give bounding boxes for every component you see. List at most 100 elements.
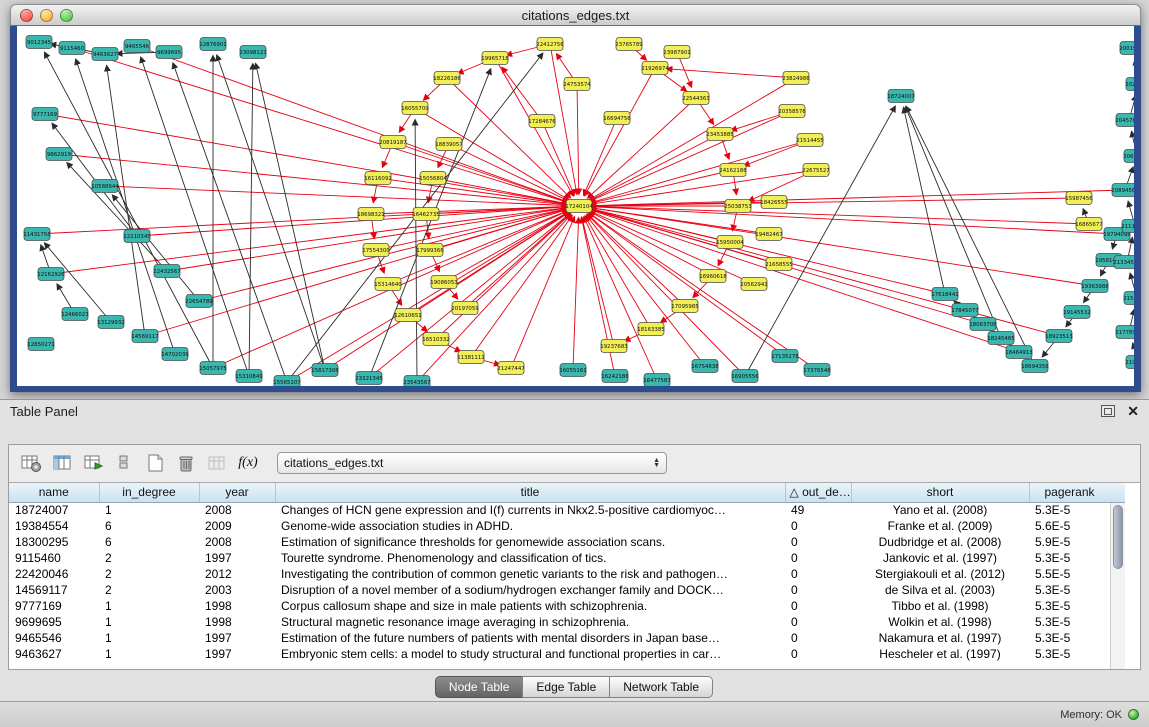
table-row[interactable]: 969969511998Structural magnetic resonanc… <box>9 614 1110 630</box>
table-cell[interactable]: Tibbo et al. (1998) <box>851 598 1029 614</box>
graph-node[interactable]: 9777169 <box>32 108 58 121</box>
table-cell[interactable]: 2008 <box>199 502 275 518</box>
graph-node[interactable]: 20197059 <box>451 302 479 315</box>
column-header-short[interactable]: short <box>851 483 1029 502</box>
table-cell[interactable]: Disruption of a novel member of a sodium… <box>275 582 785 598</box>
graph-node[interactable]: 14702039 <box>161 348 189 361</box>
graph-node[interactable]: 21115678 <box>1121 220 1134 233</box>
graph-node[interactable]: 9115460 <box>59 42 85 55</box>
tab-edge-table[interactable]: Edge Table <box>522 676 610 698</box>
graph-node[interactable]: 20234512 <box>1125 78 1134 91</box>
graph-node[interactable]: 16477583 <box>643 374 670 387</box>
close-panel-icon[interactable]: ✕ <box>1127 404 1139 418</box>
graph-node[interactable]: 20358576 <box>778 105 806 118</box>
table-cell[interactable]: 14569117 <box>9 582 99 598</box>
graph-node[interactable]: 18839057 <box>435 138 462 151</box>
graph-node[interactable]: 20819187 <box>379 136 406 149</box>
table-cell[interactable]: 5.3E-5 <box>1029 582 1110 598</box>
table-cell[interactable]: 0 <box>785 566 851 582</box>
table-cell[interactable]: 49 <box>785 502 851 518</box>
graph-node[interactable]: 17376548 <box>803 364 831 377</box>
graph-node[interactable]: 23321345 <box>355 372 382 385</box>
graph-node[interactable]: 10588944 <box>91 180 119 193</box>
graph-node[interactable]: 19145532 <box>1063 306 1090 319</box>
graph-node[interactable]: 17240104 <box>565 200 593 213</box>
table-cell[interactable]: 22420046 <box>9 566 99 582</box>
graph-node[interactable]: 18245465 <box>987 332 1014 345</box>
table-cell[interactable]: 6 <box>99 534 199 550</box>
table-cell[interactable]: Yano et al. (2008) <box>851 502 1029 518</box>
graph-node[interactable]: 16116092 <box>364 172 391 185</box>
graph-node[interactable]: 17999366 <box>416 244 444 257</box>
table-cell[interactable]: 0 <box>785 630 851 646</box>
scrollbar-thumb[interactable] <box>1113 505 1123 569</box>
graph-node[interactable]: 9465546 <box>124 40 150 53</box>
graph-node[interactable]: 12466023 <box>61 308 88 321</box>
graph-node[interactable]: 12850271 <box>27 338 54 351</box>
graph-node[interactable]: 9463627 <box>92 48 118 61</box>
table-cell[interactable]: 1 <box>99 598 199 614</box>
table-cell[interactable]: 1998 <box>199 614 275 630</box>
graph-node[interactable]: 15565107 <box>273 376 300 387</box>
table-cell[interactable]: 9115460 <box>9 550 99 566</box>
table-cell[interactable]: 5.6E-5 <box>1029 518 1110 534</box>
graph-node[interactable]: 18724007 <box>887 90 914 103</box>
vertical-scrollbar[interactable] <box>1110 503 1125 669</box>
table-cell[interactable]: 5.3E-5 <box>1029 646 1110 662</box>
zoom-window-button[interactable] <box>60 9 73 22</box>
minimize-window-button[interactable] <box>40 9 53 22</box>
table-cell[interactable]: 1998 <box>199 598 275 614</box>
network-canvas[interactable]: 1724010422412756199657181822618616055709… <box>17 26 1134 386</box>
table-cell[interactable]: Tourette syndrome. Phenomenology and cla… <box>275 550 785 566</box>
graph-node[interactable]: 18226186 <box>433 72 461 85</box>
table-cell[interactable]: Corpus callosum shape and size in male p… <box>275 598 785 614</box>
graph-node[interactable]: 19086053 <box>430 276 457 289</box>
table-cell[interactable]: Genome-wide association studies in ADHD. <box>275 518 785 534</box>
table-cell[interactable]: 0 <box>785 518 851 534</box>
table-cell[interactable]: 9699695 <box>9 614 99 630</box>
graph-node[interactable]: 18464913 <box>1005 346 1032 359</box>
row-selection-icon[interactable] <box>112 451 136 475</box>
table-cell[interactable]: 0 <box>785 550 851 566</box>
table-cell[interactable]: Jankovic et al. (1997) <box>851 550 1029 566</box>
table-select-dropdown[interactable]: citations_edges.txt ▲▼ <box>277 452 667 474</box>
graph-node[interactable]: 21990123 <box>1125 356 1134 369</box>
table-cell[interactable]: Estimation of the future numbers of pati… <box>275 630 785 646</box>
graph-node[interactable]: 16242186 <box>601 370 629 383</box>
graph-node[interactable]: 18698321 <box>357 208 384 221</box>
table-cell[interactable]: Hescheler et al. (1997) <box>851 646 1029 662</box>
column-header-title[interactable]: title <box>275 483 785 502</box>
column-header-out_de[interactable]: △ out_de… <box>785 483 851 502</box>
graph-node[interactable]: 11431756 <box>23 228 51 241</box>
table-cell[interactable]: 1 <box>99 630 199 646</box>
graph-node[interactable]: 9862919 <box>46 148 72 161</box>
graph-node[interactable]: 18063708 <box>969 318 997 331</box>
graph-node[interactable]: 18694356 <box>1021 360 1049 373</box>
graph-node[interactable]: 16694756 <box>603 112 631 125</box>
close-window-button[interactable] <box>20 9 33 22</box>
graph-node[interactable]: 25038753 <box>724 200 751 213</box>
graph-node[interactable]: 12610651 <box>394 309 421 322</box>
graph-node[interactable]: 16905556 <box>731 370 759 383</box>
table-cell[interactable]: 6 <box>99 518 199 534</box>
graph-node[interactable]: 20672345 <box>1123 150 1134 163</box>
table-row[interactable]: 946362711997Embryonic stem cells: a mode… <box>9 646 1110 662</box>
graph-node[interactable]: 13129932 <box>97 316 124 329</box>
graph-node[interactable]: 15817308 <box>311 364 339 377</box>
table-cell[interactable]: 2 <box>99 582 199 598</box>
graph-node[interactable]: 15314640 <box>374 278 402 291</box>
graph-node[interactable]: 23765789 <box>615 38 643 51</box>
table-cell[interactable]: 2 <box>99 566 199 582</box>
show-columns-icon[interactable] <box>50 451 74 475</box>
graph-node[interactable]: 17284676 <box>528 115 556 128</box>
graph-node[interactable]: 16055161 <box>559 364 586 377</box>
graph-node[interactable]: 23543567 <box>403 376 430 387</box>
graph-node[interactable]: 20894567 <box>1111 184 1134 197</box>
table-row[interactable]: 977716911998Corpus callosum shape and si… <box>9 598 1110 614</box>
table-cell[interactable]: 5.3E-5 <box>1029 630 1110 646</box>
table-row[interactable]: 1456911722003Disruption of a novel membe… <box>9 582 1110 598</box>
graph-node[interactable]: 15310849 <box>235 370 263 383</box>
table-cell[interactable]: 0 <box>785 614 851 630</box>
graph-node[interactable]: 16510332 <box>422 333 449 346</box>
table-cell[interactable]: 1 <box>99 646 199 662</box>
